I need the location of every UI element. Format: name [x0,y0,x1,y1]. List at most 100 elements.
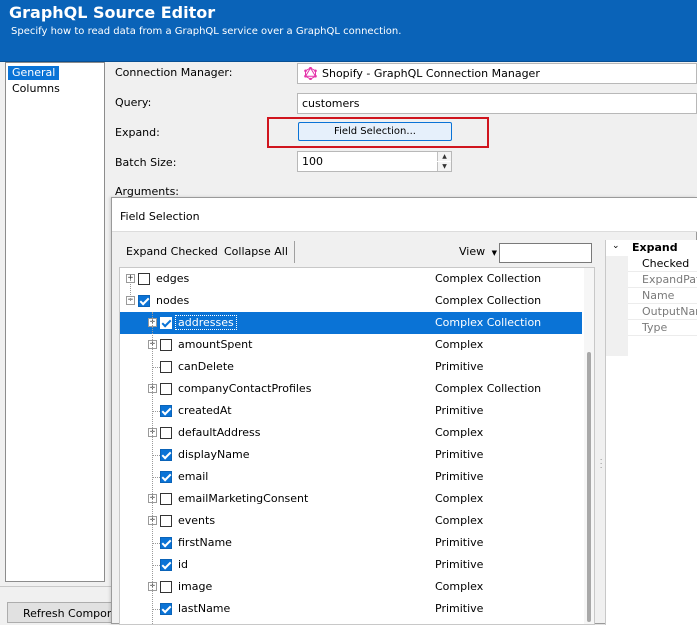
field-type: Complex [435,426,484,439]
tree-row[interactable]: + amountSpent Complex [120,334,582,356]
checkbox[interactable] [160,537,172,549]
dialog-titlebar: Field Selection [112,198,697,232]
property-grid: ⌄ Expand CheckedExpandPathNameOutputName… [605,240,697,625]
nav-item-columns[interactable]: Columns [8,82,64,96]
tree-row[interactable]: canDelete Primitive [120,356,582,378]
view-dropdown[interactable]: View ▼ [459,245,497,258]
highlight-box [267,117,489,148]
field-type: Complex [435,338,484,351]
field-name: id [178,558,189,571]
field-type: Primitive [435,558,484,571]
checkbox[interactable] [138,295,150,307]
field-toolbar: Expand Checked Collapse All View ▼ [120,241,594,263]
field-name: emailMarketingConsent [178,492,309,505]
title-banner: GraphQL Source Editor Specify how to rea… [0,0,697,62]
field-name: events [178,514,216,527]
stepper-up-icon[interactable]: ▲ [437,152,451,161]
field-type: Complex Collection [435,382,542,395]
field-type: Primitive [435,602,484,615]
window-title: GraphQL Source Editor [9,3,216,22]
checkbox[interactable] [160,493,172,505]
field-type: Primitive [435,448,484,461]
field-type: Primitive [435,404,484,417]
field-type: Primitive [435,360,484,373]
checkbox[interactable] [160,361,172,373]
field-type: Complex Collection [435,294,542,307]
property-category[interactable]: ⌄ Expand [606,240,697,256]
property-row[interactable]: OutputName [628,304,697,320]
tree-row[interactable]: id Primitive [120,554,582,576]
tree-row[interactable]: + events Complex [120,510,582,532]
checkbox[interactable] [160,471,172,483]
batch-size-value: 100 [302,155,323,168]
connection-manager-value: Shopify - GraphQL Connection Manager [322,67,540,80]
tree-row[interactable]: + companyContactProfiles Complex Collectio… [120,378,582,400]
tree-row[interactable]: createdAt Primitive [120,400,582,422]
tree-row[interactable]: + emailMarketingConsent Complex [120,488,582,510]
stepper-down-icon[interactable]: ▼ [437,162,451,171]
expand-label: Expand: [115,126,160,139]
checkbox[interactable] [160,405,172,417]
tree-row[interactable]: lastName Primitive [120,598,582,620]
field-name: nodes [156,294,190,307]
checkbox[interactable] [160,383,172,395]
tree-row[interactable]: + addresses Complex Collection [120,312,582,334]
property-row[interactable]: Checked [628,256,689,272]
splitter-handle[interactable]: · · · [600,457,603,472]
field-name: edges [156,272,190,285]
field-type: Complex [435,580,484,593]
checkbox[interactable] [160,449,172,461]
checkbox[interactable] [160,581,172,593]
nav-item-general[interactable]: General [8,66,60,80]
tree-guide-line [152,312,153,624]
tree-row[interactable]: + edges Complex Collection [120,268,582,290]
tree-row[interactable]: − nodes Complex Collection [120,290,582,312]
nav-list: General Columns [5,62,105,582]
dialog-title: Field Selection [120,210,200,223]
checkbox[interactable] [160,339,172,351]
tree-guide-line [130,279,131,301]
batch-size-stepper[interactable]: 100 ▲ ▼ [297,151,452,172]
property-category-label: Expand [632,241,678,254]
field-selection-dialog: Field Selection Expand Checked Collapse … [111,197,697,625]
batch-size-label: Batch Size: [115,156,177,169]
field-name: displayName [178,448,250,461]
query-input[interactable]: customers [297,93,697,114]
checkbox[interactable] [160,515,172,527]
field-name: createdAt [178,404,232,417]
field-type: Complex Collection [435,316,542,329]
tree-row[interactable]: firstName Primitive [120,532,582,554]
property-row[interactable]: Type [628,320,667,336]
tree-row[interactable]: + defaultAddress Complex [120,422,582,444]
view-label: View [459,245,486,258]
tree-row[interactable]: + image Complex [120,576,582,598]
tree-row[interactable]: email Primitive [120,466,582,488]
expand-checked-button[interactable]: Expand Checked [126,245,218,258]
field-name: firstName [178,536,232,549]
checkbox[interactable] [160,559,172,571]
tree-scrollbar-thumb[interactable] [587,352,591,622]
view-search-input[interactable] [499,243,592,263]
collapse-all-button[interactable]: Collapse All [224,245,288,258]
field-type: Primitive [435,470,484,483]
checkbox[interactable] [138,273,150,285]
field-name: companyContactProfiles [178,382,312,395]
field-type: Complex Collection [435,272,542,285]
connection-manager-select[interactable]: Shopify - GraphQL Connection Manager [297,63,697,84]
property-gutter [606,256,628,356]
connection-manager-label: Connection Manager: [115,66,233,79]
field-tree: + edges Complex Collection − nodes Complex Co… [119,267,595,625]
refresh-component-button[interactable]: Refresh Componen [7,602,113,623]
checkbox[interactable] [160,317,172,329]
field-name: lastName [178,602,231,615]
property-row[interactable]: Name [628,288,674,304]
field-name: addresses [175,315,237,330]
checkbox[interactable] [160,427,172,439]
property-row[interactable]: ExpandPath [628,272,697,288]
tree-row[interactable]: displayName Primitive [120,444,582,466]
property-separator [628,335,697,336]
checkbox[interactable] [160,603,172,615]
window-subtitle: Specify how to read data from a GraphQL … [11,26,402,37]
field-type: Primitive [435,536,484,549]
field-name: email [178,470,209,483]
